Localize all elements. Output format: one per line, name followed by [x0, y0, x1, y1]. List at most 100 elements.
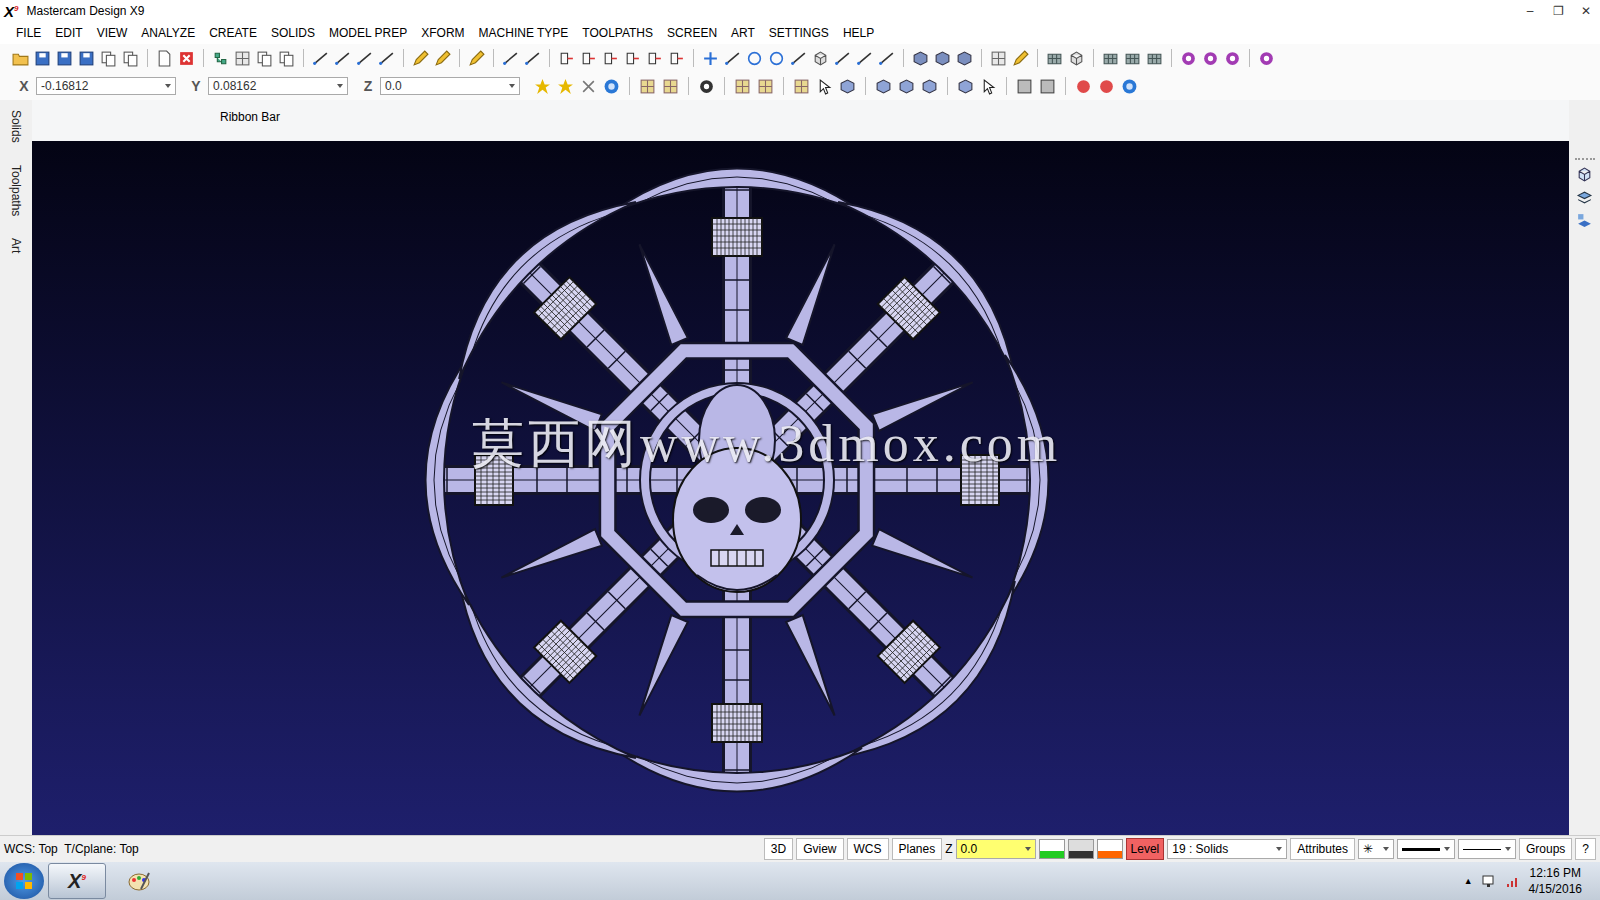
tr-icon[interactable] — [558, 50, 575, 67]
network-icon[interactable] — [1481, 873, 1497, 889]
menu-item[interactable]: SOLIDS — [264, 24, 322, 42]
menu-item[interactable]: MODEL PREP — [322, 24, 414, 42]
coordinate-field[interactable]: 0.08162 — [208, 77, 348, 95]
mesh-icon[interactable] — [1146, 50, 1163, 67]
menu-item[interactable]: SETTINGS — [762, 24, 836, 42]
grid-icon[interactable] — [639, 78, 656, 95]
tr-icon[interactable] — [580, 50, 597, 67]
point-style-dropdown[interactable]: ✳ — [1358, 839, 1394, 859]
line-icon[interactable] — [580, 78, 597, 95]
solid-icon[interactable] — [921, 78, 938, 95]
solid-icon[interactable] — [875, 78, 892, 95]
gear-icon[interactable] — [1180, 50, 1197, 67]
line-icon[interactable] — [790, 50, 807, 67]
circle-icon[interactable] — [768, 50, 785, 67]
mesh-icon[interactable] — [1102, 50, 1119, 67]
grid-icon[interactable] — [757, 78, 774, 95]
arrow-icon[interactable] — [816, 78, 833, 95]
circle-icon[interactable] — [746, 50, 763, 67]
close-icon[interactable] — [178, 50, 195, 67]
grid-icon[interactable] — [234, 50, 251, 67]
pen-icon[interactable] — [412, 50, 429, 67]
line-icon[interactable] — [334, 50, 351, 67]
pen-icon[interactable] — [468, 50, 485, 67]
grid-icon[interactable] — [793, 78, 810, 95]
view-cube-icon[interactable] — [1576, 166, 1593, 183]
groups-button[interactable]: Groups — [1519, 838, 1572, 860]
solid-icon[interactable] — [839, 78, 856, 95]
clock[interactable]: 12:16 PM 4/15/2016 — [1529, 865, 1582, 897]
start-button[interactable] — [4, 863, 44, 899]
line-icon[interactable] — [312, 50, 329, 67]
save-icon[interactable] — [34, 50, 51, 67]
side-tab[interactable]: Solids — [9, 110, 23, 143]
graphics-viewport[interactable]: 莫西网www.3dmox.com — [32, 141, 1569, 835]
tr-icon[interactable] — [624, 50, 641, 67]
tr-icon[interactable] — [668, 50, 685, 67]
help-icon[interactable] — [603, 78, 620, 95]
color-icon[interactable] — [1039, 839, 1065, 859]
skull-wheel-model[interactable] — [32, 141, 1569, 835]
grid-icon[interactable] — [734, 78, 751, 95]
folder-icon[interactable] — [12, 50, 29, 67]
gear-icon[interactable] — [1224, 50, 1241, 67]
mesh-icon[interactable] — [1039, 78, 1056, 95]
solid-icon[interactable] — [898, 78, 915, 95]
line-icon[interactable] — [724, 50, 741, 67]
taskbar-app[interactable] — [110, 863, 168, 899]
menu-item[interactable]: SCREEN — [660, 24, 724, 42]
line-style-dropdown[interactable] — [1397, 839, 1455, 859]
taskbar-app[interactable]: X9 — [48, 863, 106, 899]
gear-icon[interactable] — [1258, 50, 1275, 67]
menu-item[interactable]: ART — [724, 24, 762, 42]
side-tab[interactable]: Toolpaths — [9, 165, 23, 216]
dropdown-arrow-icon[interactable] — [337, 84, 343, 88]
tr-icon[interactable] — [602, 50, 619, 67]
mesh-icon[interactable] — [1046, 50, 1063, 67]
save-icon[interactable] — [56, 50, 73, 67]
cube-icon[interactable] — [812, 50, 829, 67]
line-width-dropdown[interactable] — [1458, 839, 1516, 859]
line-icon[interactable] — [856, 50, 873, 67]
plus-icon[interactable] — [702, 50, 719, 67]
copy-icon[interactable] — [100, 50, 117, 67]
status-button[interactable]: Gview — [796, 838, 843, 860]
tr-icon[interactable] — [646, 50, 663, 67]
solid-icon[interactable] — [956, 50, 973, 67]
status-button[interactable]: 3D — [764, 838, 793, 860]
pen-icon[interactable] — [434, 50, 451, 67]
levels-icon[interactable] — [1576, 212, 1593, 229]
mesh-icon[interactable] — [1016, 78, 1033, 95]
line-icon[interactable] — [378, 50, 395, 67]
show-hidden-icons-button[interactable]: ▲ — [1464, 876, 1473, 886]
level-button[interactable]: Level — [1126, 838, 1165, 860]
star-icon[interactable] — [557, 78, 574, 95]
side-tab[interactable]: Art — [9, 238, 23, 253]
coordinate-field[interactable]: 0.0 — [380, 77, 520, 95]
menu-item[interactable]: VIEW — [90, 24, 135, 42]
window-control-button[interactable]: ✕ — [1572, 4, 1600, 18]
layers-icon[interactable] — [1576, 189, 1593, 206]
line-icon[interactable] — [356, 50, 373, 67]
z-depth-field[interactable]: 0.0 — [956, 839, 1036, 859]
copy-icon[interactable] — [256, 50, 273, 67]
tree-icon[interactable] — [212, 50, 229, 67]
dropdown-arrow-icon[interactable] — [509, 84, 515, 88]
menu-item[interactable]: MACHINE TYPE — [472, 24, 576, 42]
circle-icon[interactable] — [1098, 78, 1115, 95]
star-icon[interactable] — [534, 78, 551, 95]
dropdown-arrow-icon[interactable] — [165, 84, 171, 88]
window-control-button[interactable]: – — [1516, 4, 1544, 18]
menu-item[interactable]: XFORM — [414, 24, 471, 42]
attributes-button[interactable]: Attributes — [1290, 838, 1355, 860]
save-icon[interactable] — [78, 50, 95, 67]
grid-icon[interactable] — [990, 50, 1007, 67]
line-icon[interactable] — [878, 50, 895, 67]
solid-icon[interactable] — [957, 78, 974, 95]
menu-item[interactable]: HELP — [836, 24, 881, 42]
surface-color-icon[interactable] — [1068, 839, 1094, 859]
help-button[interactable]: ? — [1575, 838, 1596, 860]
copy-icon[interactable] — [278, 50, 295, 67]
mesh-icon[interactable] — [1124, 50, 1141, 67]
gear-icon[interactable] — [698, 78, 715, 95]
